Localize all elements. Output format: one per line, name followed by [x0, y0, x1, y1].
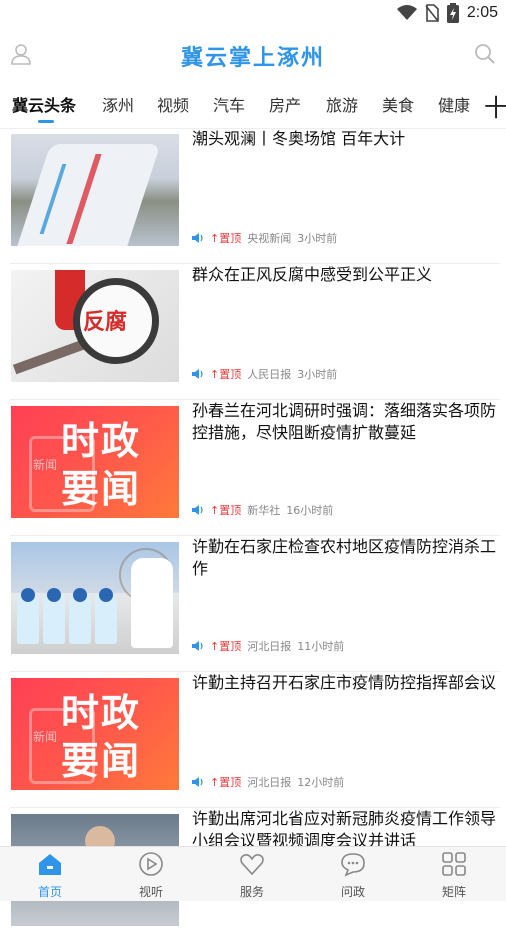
news-title: 群众在正风反腐中感受到公平正义: [192, 265, 433, 284]
grid-icon: [442, 852, 466, 876]
news-item[interactable]: 反腐 群众在正风反腐中感受到公平正义 ↑置顶 人民日报 3小时前: [0, 264, 506, 400]
news-meta: ↑置顶 人民日报 3小时前: [192, 366, 337, 382]
app-header: 冀云掌上涿州: [0, 28, 506, 82]
news-title: 许勤主持召开石家庄市疫情防控指挥部会议: [192, 673, 497, 692]
speaker-icon[interactable]: [192, 369, 204, 379]
news-time: 16小时前: [286, 504, 334, 517]
pin-badge: ↑置顶: [210, 640, 242, 653]
tab-car[interactable]: 汽车: [213, 92, 245, 116]
pin-badge: ↑置顶: [210, 232, 242, 245]
thumbnail-text: 新闻: [33, 730, 58, 744]
category-tabs: 冀云头条 涿州 视频 汽车 房产 旅游 美食 健康 十: [0, 82, 506, 129]
news-title: 孙春兰在河北调研时强调：落细落实各项防控措施，尽快阻断疫情扩散蔓延: [192, 401, 497, 442]
news-item[interactable]: 新闻 时政 要闻 许勤主持召开石家庄市疫情防控指挥部会议 ↑置顶 河北日报 12…: [0, 672, 506, 808]
tab-indicator: [38, 120, 54, 123]
news-title: 许勤在石家庄检查农村地区疫情防控消杀工作: [192, 537, 497, 578]
nav-matrix[interactable]: 矩阵: [414, 851, 494, 900]
bottom-nav: 首页 视听 服务 问政 矩阵: [0, 846, 506, 901]
status-bar: 2:05: [0, 0, 506, 28]
news-thumbnail: [11, 542, 179, 654]
home-icon: [39, 854, 61, 875]
news-source: 人民日报: [247, 368, 292, 381]
news-meta: ↑置顶 新华社 16小时前: [192, 502, 333, 518]
thumbnail-text: 时政: [61, 419, 142, 463]
thumbnail-text: 新闻: [33, 458, 58, 472]
nav-inquiry[interactable]: 问政: [313, 851, 393, 900]
wifi-icon: [396, 5, 417, 20]
news-time: 12小时前: [297, 776, 345, 789]
thumbnail-text: 要闻: [61, 467, 142, 511]
tab-video[interactable]: 视频: [157, 92, 189, 116]
nav-media[interactable]: 视听: [111, 851, 191, 900]
news-source: 河北日报: [247, 776, 292, 789]
news-time: 3小时前: [297, 368, 338, 381]
news-time: 11小时前: [297, 640, 345, 653]
pin-badge: ↑置顶: [210, 504, 242, 517]
news-thumbnail: 新闻 时政 要闻: [11, 406, 179, 518]
no-sim-icon: [425, 4, 439, 22]
news-item[interactable]: 潮头观澜丨冬奥场馆 百年大计 ↑置顶 央视新闻 3小时前: [0, 128, 506, 264]
tab-travel[interactable]: 旅游: [326, 92, 358, 116]
thumbnail-text: 时政: [61, 691, 142, 735]
speaker-icon[interactable]: [192, 233, 204, 243]
add-tab-button[interactable]: 十: [484, 88, 506, 123]
news-source: 央视新闻: [247, 232, 292, 245]
chat-icon: [341, 853, 365, 877]
news-meta: ↑置顶 河北日报 12小时前: [192, 774, 344, 790]
thumbnail-text: 要闻: [61, 739, 142, 783]
news-source: 新华社: [247, 504, 281, 517]
nav-service[interactable]: 服务: [212, 851, 292, 900]
news-thumbnail: 新闻 时政 要闻: [11, 678, 179, 790]
nav-home[interactable]: 首页: [10, 851, 90, 900]
speaker-icon[interactable]: [192, 641, 204, 651]
tab-food[interactable]: 美食: [382, 92, 414, 116]
heart-icon: [240, 854, 264, 876]
news-thumbnail: [11, 134, 179, 246]
thumbnail-text: 反腐: [83, 310, 128, 335]
news-time: 3小时前: [297, 232, 338, 245]
tab-jiyun-toutiao[interactable]: 冀云头条: [12, 92, 76, 116]
news-meta: ↑置顶 河北日报 11小时前: [192, 638, 344, 654]
play-icon: [139, 852, 163, 876]
news-item[interactable]: 许勤在石家庄检查农村地区疫情防控消杀工作 ↑置顶 河北日报 11小时前: [0, 536, 506, 672]
tab-health[interactable]: 健康: [438, 92, 470, 116]
speaker-icon[interactable]: [192, 777, 204, 787]
battery-icon: [446, 3, 459, 23]
search-icon[interactable]: [474, 43, 496, 65]
app-title: 冀云掌上涿州: [180, 46, 325, 71]
news-meta: ↑置顶 央视新闻 3小时前: [192, 230, 337, 246]
news-thumbnail: 反腐: [11, 270, 179, 382]
status-time: 2:05: [466, 4, 498, 21]
tab-realestate[interactable]: 房产: [269, 92, 301, 116]
news-title: 潮头观澜丨冬奥场馆 百年大计: [192, 129, 406, 148]
tab-zhuozhou[interactable]: 涿州: [102, 92, 134, 116]
speaker-icon[interactable]: [192, 505, 204, 515]
news-source: 河北日报: [247, 640, 292, 653]
pin-badge: ↑置顶: [210, 368, 242, 381]
news-item[interactable]: 新闻 时政 要闻 孙春兰在河北调研时强调：落细落实各项防控措施，尽快阻断疫情扩散…: [0, 400, 506, 536]
pin-badge: ↑置顶: [210, 776, 242, 789]
